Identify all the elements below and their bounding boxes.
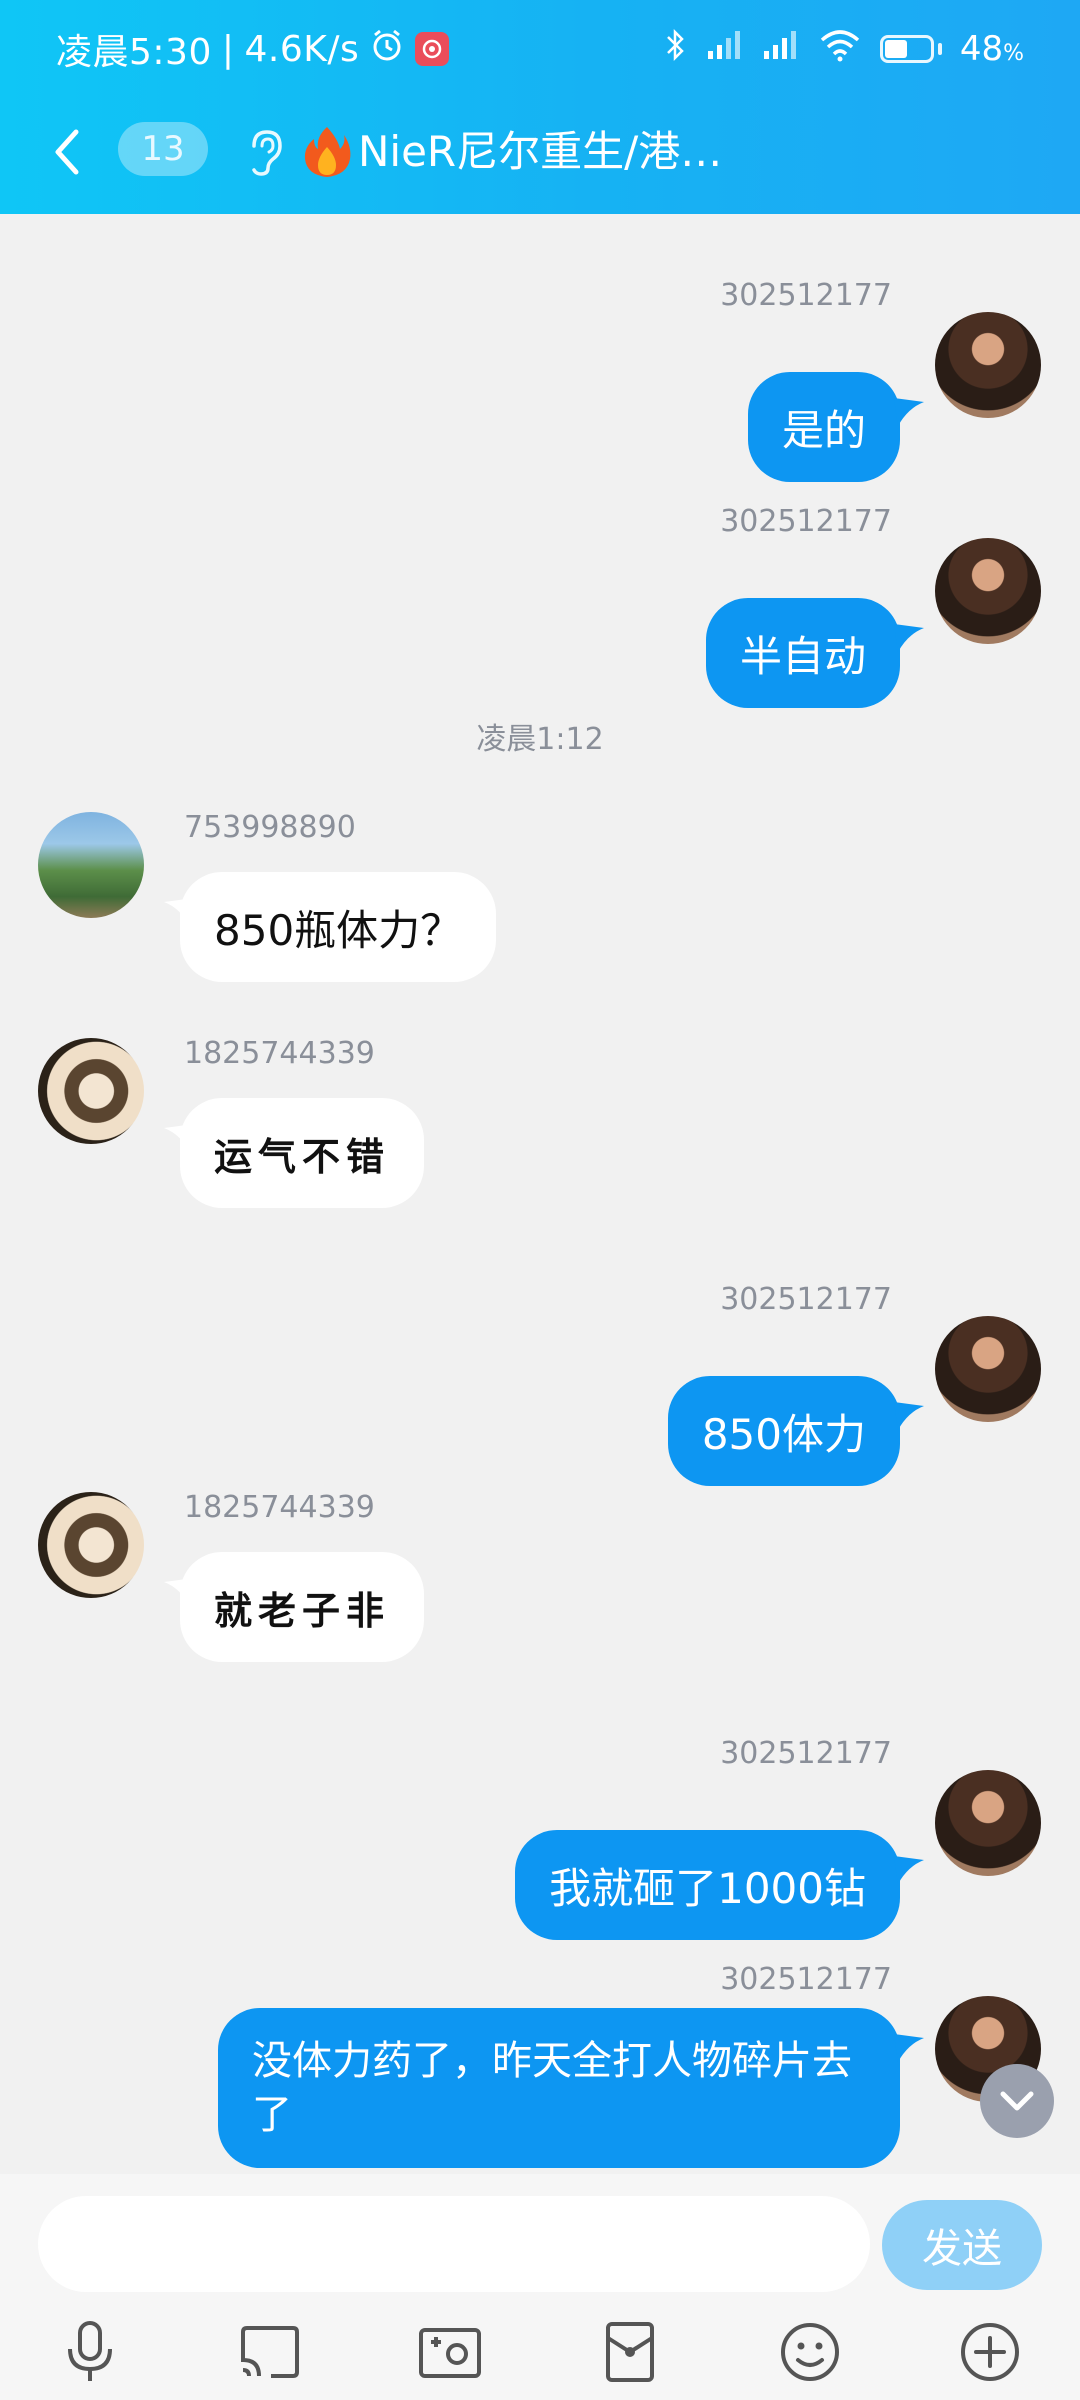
avatar[interactable] [935, 312, 1041, 418]
sender-id: 753998890 [184, 810, 356, 845]
header: 凌晨5:30 | 4.6K/s 48% 13 NieR尼尔重生/港… [0, 0, 1080, 214]
microphone-icon[interactable] [54, 2316, 126, 2388]
message-bubble[interactable]: 运气不错 [180, 1098, 425, 1208]
battery-icon [879, 35, 942, 63]
battery-level: 48% [959, 29, 1024, 69]
time-divider: 凌晨1:12 [476, 722, 604, 757]
input-toolbar [0, 2310, 1080, 2400]
unread-count-badge[interactable]: 13 [118, 122, 208, 176]
sender-id: 302512177 [720, 1282, 892, 1317]
status-right: 48% [664, 24, 1024, 74]
input-area: 发送 [0, 2174, 1080, 2400]
scroll-to-bottom-button[interactable] [980, 2064, 1054, 2138]
chat-screen: 凌晨5:30 | 4.6K/s 48% 13 NieR尼尔重生/港… 30251… [0, 0, 1080, 2400]
back-button[interactable] [38, 122, 98, 182]
plus-icon[interactable] [954, 2316, 1026, 2388]
bubble-tail [894, 1402, 924, 1430]
nav-bar: 13 NieR尼尔重生/港… [0, 100, 1080, 214]
message-bubble[interactable]: 就老子非 [180, 1552, 425, 1662]
send-button[interactable]: 发送 [882, 2200, 1042, 2290]
cast-screen-icon[interactable] [234, 2316, 306, 2388]
message-bubble[interactable]: 半自动 [705, 598, 900, 708]
status-left: 凌晨5:30 | 4.6K/s [56, 24, 450, 74]
wifi-icon [818, 28, 862, 71]
sender-id: 302512177 [720, 504, 892, 539]
avatar[interactable] [935, 1316, 1041, 1422]
alarm-icon [369, 27, 405, 72]
chat-title[interactable]: NieR尼尔重生/港… [302, 122, 762, 182]
bubble-tail [894, 398, 924, 426]
avatar[interactable] [38, 1038, 144, 1144]
message-bubble[interactable]: 850瓶体力？ [180, 872, 497, 982]
status-separator: | [221, 28, 235, 70]
message-bubble[interactable]: 我就砸了1000钻 [515, 1830, 900, 1940]
sender-id: 1825744339 [184, 1036, 375, 1071]
message-bubble[interactable]: 是的 [747, 372, 900, 482]
chevron-left-icon [55, 129, 79, 175]
message-bubble[interactable]: 850体力 [667, 1376, 900, 1486]
sender-id: 1825744339 [184, 1490, 375, 1525]
chevron-down-icon [1000, 2091, 1034, 2111]
sender-id: 302512177 [720, 1736, 892, 1771]
message-list[interactable]: 302512177 是的 302512177 半自动 凌晨1:12 753998… [0, 214, 1080, 2174]
bubble-tail [894, 1856, 924, 1884]
ear-icon[interactable] [240, 126, 290, 178]
avatar[interactable] [38, 812, 144, 918]
avatar[interactable] [935, 1770, 1041, 1876]
network-speed: 4.6K/s [244, 28, 360, 70]
chat-title-text: NieR尼尔重生/港… [358, 127, 723, 176]
red-packet-icon[interactable] [594, 2316, 666, 2388]
signal-icon [706, 29, 744, 70]
bubble-tail [894, 624, 924, 652]
sender-id: 302512177 [720, 278, 892, 313]
fire-icon [304, 127, 351, 177]
status-bar: 凌晨5:30 | 4.6K/s 48% [0, 0, 1080, 100]
emoji-icon[interactable] [774, 2316, 846, 2388]
bluetooth-icon [664, 27, 688, 72]
signal-icon-2 [762, 29, 800, 70]
avatar[interactable] [38, 1492, 144, 1598]
status-time: 凌晨5:30 [56, 32, 212, 73]
avatar[interactable] [935, 538, 1041, 644]
message-input[interactable] [38, 2196, 870, 2292]
bubble-tail [894, 2034, 924, 2062]
message-bubble[interactable]: 没体力药了，昨天全打人物碎片去了 [218, 2008, 900, 2168]
netease-music-icon [415, 32, 450, 66]
sender-id: 302512177 [720, 1962, 892, 1997]
photo-icon[interactable] [414, 2316, 486, 2388]
